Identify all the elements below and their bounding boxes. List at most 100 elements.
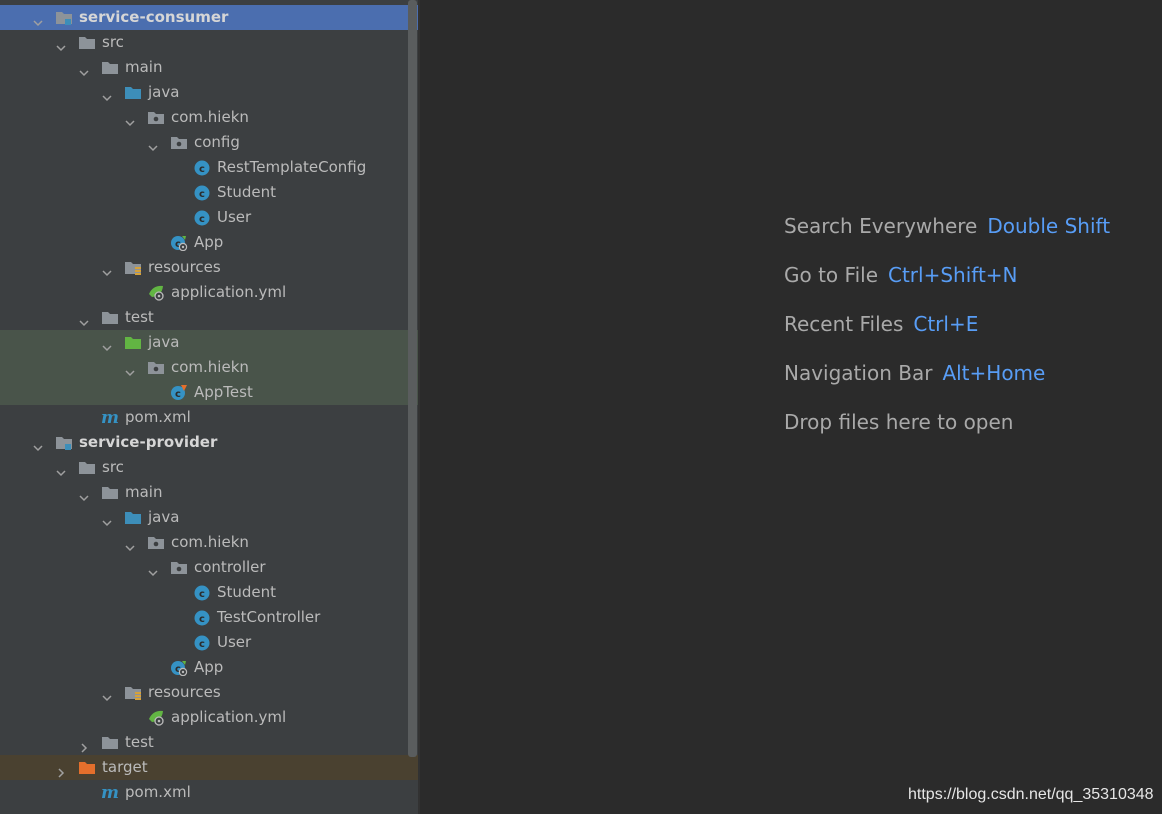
tree-row[interactable]: src — [0, 455, 418, 480]
watermark: https://blog.csdn.net/qq_35310348 — [908, 786, 1154, 803]
source-folder-icon — [124, 84, 142, 101]
chevron-down-icon[interactable] — [79, 311, 89, 327]
chevron-down-icon[interactable] — [148, 136, 158, 152]
chevron-down-icon[interactable] — [33, 11, 43, 27]
folder-icon — [101, 59, 119, 76]
folder-icon — [101, 309, 119, 326]
tree-row[interactable]: com.hiekn — [0, 530, 418, 555]
class-icon: c — [193, 609, 211, 626]
tree-row-label: Student — [217, 583, 277, 601]
tree-scrollbar[interactable] — [408, 0, 417, 757]
tree-row[interactable]: test — [0, 305, 418, 330]
tree-row[interactable]: com.hiekn — [0, 105, 418, 130]
tree-row[interactable]: application.yml — [0, 705, 418, 730]
tree-row-label: service-consumer — [79, 8, 229, 26]
hint-action: Recent Files — [784, 312, 904, 336]
chevron-down-icon[interactable] — [125, 111, 135, 127]
chevron-down-icon[interactable] — [102, 86, 112, 102]
tree-row-label: service-provider — [79, 433, 218, 451]
hint-line: Drop files here to open — [784, 410, 1110, 459]
svg-text:c: c — [199, 639, 205, 650]
tree-row[interactable]: c RestTemplateConfig — [0, 155, 418, 180]
tree-row-label: src — [102, 33, 124, 51]
chevron-down-icon[interactable] — [125, 361, 135, 377]
tree-row[interactable]: com.hiekn — [0, 355, 418, 380]
chevron-down-icon[interactable] — [79, 61, 89, 77]
tree-row[interactable]: service-consumer — [0, 5, 418, 30]
tree-row-label: resources — [148, 258, 221, 276]
tree-row[interactable]: target — [0, 755, 418, 780]
chevron-down-icon[interactable] — [148, 561, 158, 577]
tree-row[interactable]: c TestController — [0, 605, 418, 630]
package-icon — [170, 134, 188, 151]
source-folder-icon — [124, 509, 142, 526]
tree-row[interactable]: application.yml — [0, 280, 418, 305]
test-class-icon: c — [170, 384, 188, 401]
chevron-right-icon[interactable] — [79, 736, 89, 753]
chevron-down-icon[interactable] — [56, 36, 66, 52]
svg-text:c: c — [199, 214, 205, 225]
chevron-down-icon[interactable] — [102, 686, 112, 702]
class-icon: c — [193, 184, 211, 201]
panel-divider[interactable] — [418, 0, 420, 814]
tree-row[interactable]: m pom.xml — [0, 405, 418, 430]
maven-icon: m — [101, 408, 119, 428]
tree-row[interactable]: java — [0, 80, 418, 105]
excluded-folder-icon — [78, 759, 96, 776]
module-icon — [55, 9, 73, 26]
editor-empty-hints: Search Everywhere Double Shift Go to File C… — [784, 214, 1110, 459]
package-icon — [147, 534, 165, 551]
spring-config-icon — [147, 709, 165, 726]
tree-row[interactable]: c Student — [0, 580, 418, 605]
tree-row[interactable]: c Student — [0, 180, 418, 205]
tree-row[interactable]: m pom.xml — [0, 780, 418, 805]
chevron-down-icon[interactable] — [33, 436, 43, 452]
tree-row-label: java — [148, 333, 180, 351]
tree-row[interactable]: main — [0, 55, 418, 80]
hint-shortcut: Ctrl+Shift+N — [888, 263, 1018, 287]
tree-row[interactable]: main — [0, 480, 418, 505]
tree-row[interactable]: service-provider — [0, 430, 418, 455]
package-icon — [147, 109, 165, 126]
tree-row-label: com.hiekn — [171, 358, 249, 376]
tree-row[interactable]: java — [0, 330, 418, 355]
chevron-down-icon[interactable] — [102, 336, 112, 352]
tree-row[interactable]: java — [0, 505, 418, 530]
hint-action: Drop files here to open — [784, 410, 1014, 434]
tree-row-label: main — [125, 58, 163, 76]
tree-row-label: main — [125, 483, 163, 501]
hint-shortcut: Double Shift — [987, 214, 1111, 238]
tree-row[interactable]: c User — [0, 205, 418, 230]
tree-row-label: application.yml — [171, 283, 287, 301]
spring-config-icon — [147, 284, 165, 301]
tree-row-label: controller — [194, 558, 266, 576]
tree-row[interactable]: config — [0, 130, 418, 155]
tree-row[interactable]: c App — [0, 230, 418, 255]
chevron-down-icon[interactable] — [79, 486, 89, 502]
tree-row-label: java — [148, 83, 180, 101]
chevron-down-icon[interactable] — [102, 261, 112, 277]
tree-row-label: Student — [217, 183, 277, 201]
tree-row-label: java — [148, 508, 180, 526]
tree-row-label: AppTest — [194, 383, 253, 401]
chevron-down-icon[interactable] — [125, 536, 135, 552]
tree-row[interactable]: controller — [0, 555, 418, 580]
hint-line: Go to File Ctrl+Shift+N — [784, 263, 1110, 312]
tree-row[interactable]: c AppTest — [0, 380, 418, 405]
tree-row[interactable]: test — [0, 730, 418, 755]
svg-text:c: c — [199, 589, 205, 600]
package-icon — [170, 559, 188, 576]
tree-row[interactable]: src — [0, 30, 418, 55]
tree-row-label: config — [194, 133, 240, 151]
tree-row[interactable]: c User — [0, 630, 418, 655]
tree-row[interactable]: resources — [0, 680, 418, 705]
tree-row-label: User — [217, 208, 252, 226]
tree-row[interactable]: resources — [0, 255, 418, 280]
hint-shortcut: Ctrl+E — [913, 312, 979, 336]
chevron-down-icon[interactable] — [102, 511, 112, 527]
svg-text:c: c — [175, 389, 181, 400]
tree-row[interactable]: c App — [0, 655, 418, 680]
chevron-right-icon[interactable] — [56, 761, 66, 778]
project-tree-panel[interactable]: service-consumer src main java com.hiekn conf… — [0, 0, 420, 814]
chevron-down-icon[interactable] — [56, 461, 66, 477]
